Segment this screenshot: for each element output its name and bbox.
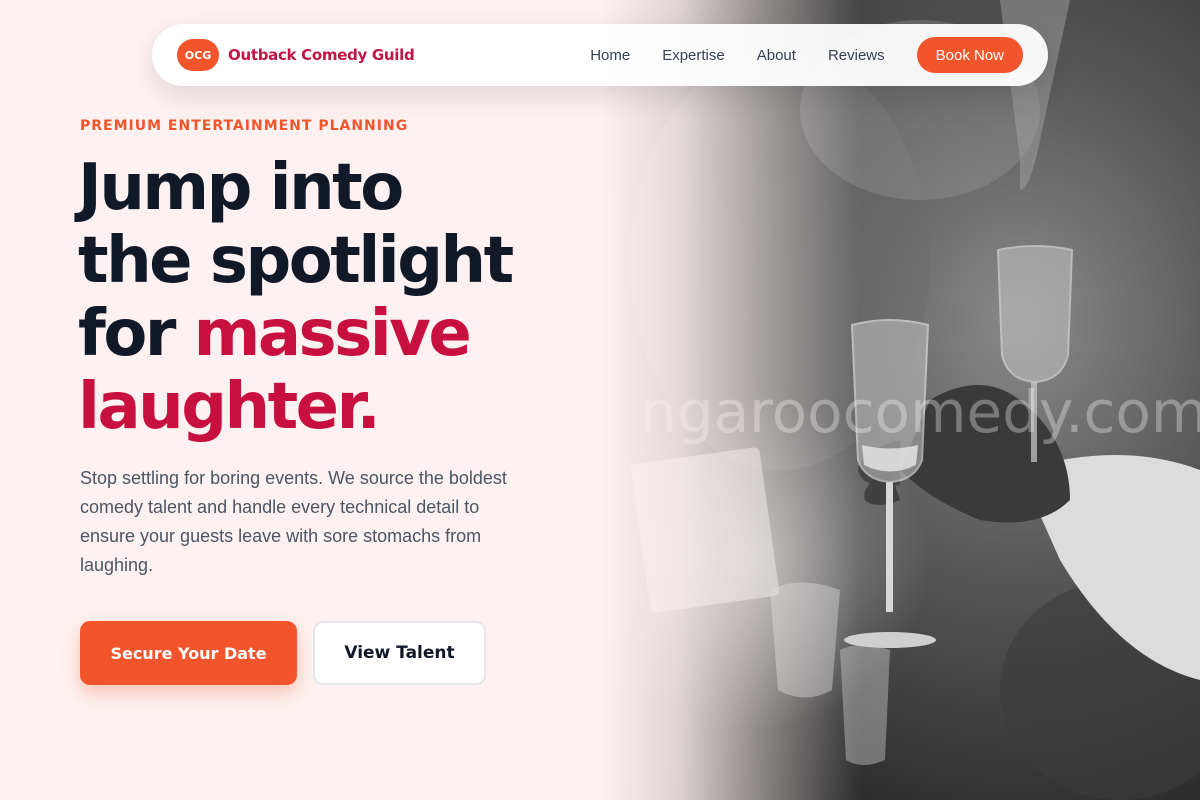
brand-badge: OCG (177, 39, 219, 71)
brand-logo[interactable]: OCG Outback Comedy Guild (177, 39, 415, 71)
image-fade-overlay (600, 0, 860, 800)
hero-eyebrow: PREMIUM ENTERTAINMENT PLANNING (80, 118, 409, 134)
headline-accent-laughter: laughter. (78, 370, 381, 444)
nav-link-home[interactable]: Home (590, 47, 630, 64)
nav-link-about[interactable]: About (757, 47, 796, 64)
nav-link-reviews[interactable]: Reviews (828, 47, 885, 64)
view-talent-button[interactable]: View Talent (313, 621, 486, 685)
nav-links: Home Expertise About Reviews Book Now (590, 37, 1023, 73)
book-now-button[interactable]: Book Now (916, 37, 1023, 73)
headline-line-2: the spotlight (78, 224, 514, 298)
brand-name: Outback Comedy Guild (228, 46, 415, 64)
hero-photo: ngaroocomedy.com (600, 0, 1200, 800)
navbar: OCG Outback Comedy Guild Home Expertise … (152, 24, 1048, 86)
headline-accent-massive: massive (193, 297, 472, 371)
hero-description: Stop settling for boring events. We sour… (80, 468, 507, 575)
hero-headline: Jump into the spotlight for massive laug… (78, 152, 598, 444)
headline-line-1: Jump into (78, 151, 404, 225)
headline-line-3: for (78, 297, 194, 371)
secure-your-date-button[interactable]: Secure Your Date (80, 621, 297, 685)
nav-link-expertise[interactable]: Expertise (662, 47, 725, 64)
